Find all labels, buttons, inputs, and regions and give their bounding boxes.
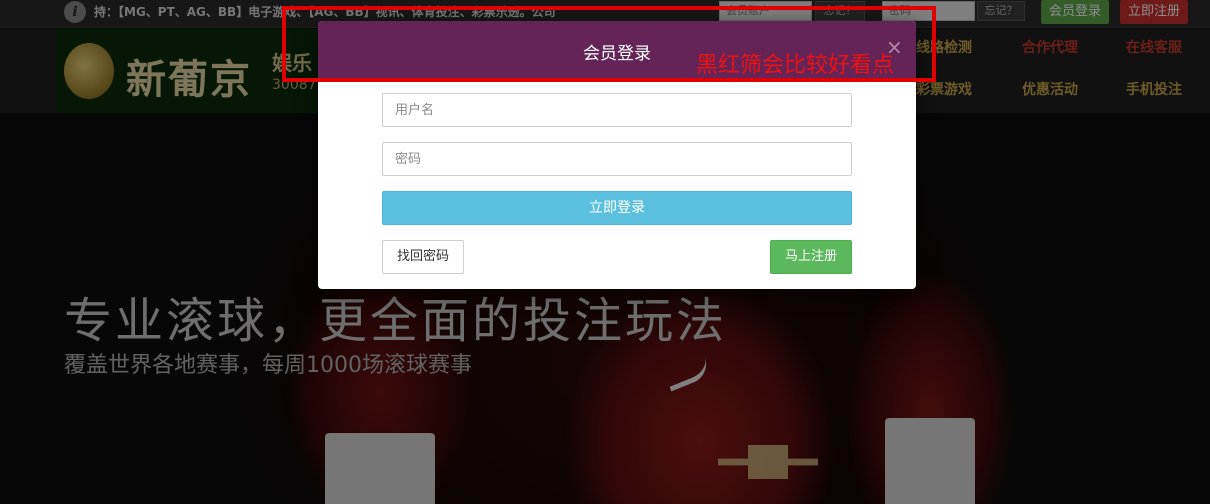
find-password-button[interactable]: 找回密码 — [382, 240, 464, 274]
register-button[interactable]: 马上注册 — [770, 240, 852, 274]
password-input[interactable] — [382, 142, 852, 176]
username-input[interactable] — [382, 93, 852, 127]
login-button[interactable]: 立即登录 — [382, 191, 852, 225]
annotation-text: 黑红筛会比较好看点 — [696, 53, 895, 78]
